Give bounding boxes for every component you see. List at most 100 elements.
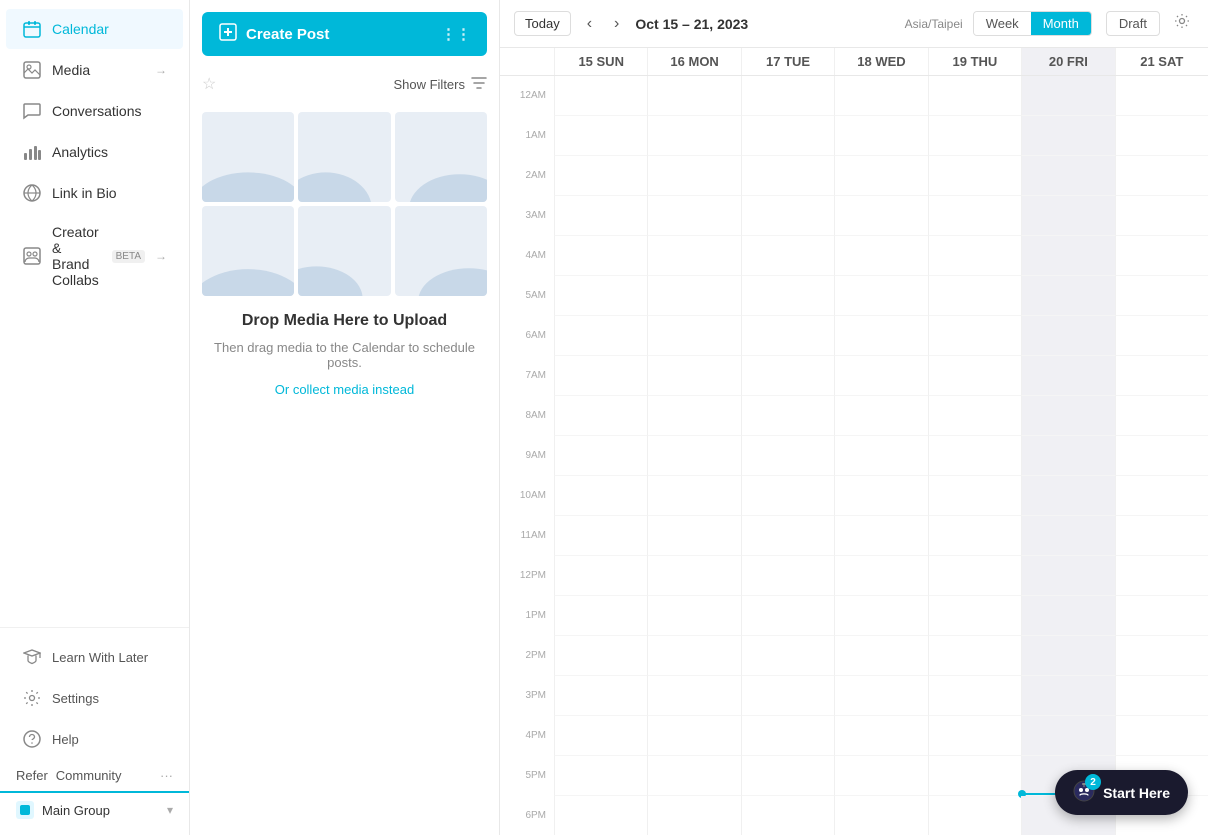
- day-cell-row9-col4[interactable]: [928, 436, 1021, 476]
- day-cell-row5-col1[interactable]: [647, 276, 740, 316]
- day-cell-row4-col4[interactable]: [928, 236, 1021, 276]
- sidebar-item-media[interactable]: Media →: [6, 50, 183, 90]
- day-cell-row8-col4[interactable]: [928, 396, 1021, 436]
- today-button[interactable]: Today: [514, 11, 571, 36]
- day-cell-row14-col2[interactable]: [741, 636, 834, 676]
- next-arrow-button[interactable]: ›: [608, 13, 625, 35]
- sidebar-item-help[interactable]: Help: [6, 719, 183, 759]
- day-cell-row2-col1[interactable]: [647, 156, 740, 196]
- day-cell-row12-col5[interactable]: [1021, 556, 1114, 596]
- day-cell-row9-col0[interactable]: [554, 436, 647, 476]
- day-cell-row6-col1[interactable]: [647, 316, 740, 356]
- day-cell-row7-col4[interactable]: [928, 356, 1021, 396]
- day-cell-row1-col3[interactable]: [834, 116, 927, 156]
- day-cell-row6-col2[interactable]: [741, 316, 834, 356]
- day-cell-row14-col4[interactable]: [928, 636, 1021, 676]
- day-cell-row10-col4[interactable]: [928, 476, 1021, 516]
- day-cell-row8-col0[interactable]: [554, 396, 647, 436]
- day-cell-row13-col4[interactable]: [928, 596, 1021, 636]
- day-cell-row2-col5[interactable]: [1021, 156, 1114, 196]
- day-cell-row3-col6[interactable]: [1115, 196, 1208, 236]
- day-cell-row4-col5[interactable]: [1021, 236, 1114, 276]
- sidebar-item-creator-brand[interactable]: Creator & Brand Collabs BETA →: [6, 214, 183, 298]
- day-cell-row15-col5[interactable]: [1021, 676, 1114, 716]
- day-cell-row15-col6[interactable]: [1115, 676, 1208, 716]
- day-cell-row12-col0[interactable]: [554, 556, 647, 596]
- day-cell-row9-col3[interactable]: [834, 436, 927, 476]
- day-cell-row13-col6[interactable]: [1115, 596, 1208, 636]
- create-post-button[interactable]: Create Post ⋮⋮: [202, 12, 487, 56]
- sidebar-item-learn[interactable]: Learn With Later: [6, 637, 183, 677]
- month-view-button[interactable]: Month: [1031, 12, 1091, 35]
- day-cell-row0-col2[interactable]: [741, 76, 834, 116]
- day-cell-row11-col5[interactable]: [1021, 516, 1114, 556]
- day-cell-row10-col1[interactable]: [647, 476, 740, 516]
- sidebar-item-settings[interactable]: Settings: [6, 678, 183, 718]
- day-cell-row1-col1[interactable]: [647, 116, 740, 156]
- day-cell-row6-col5[interactable]: [1021, 316, 1114, 356]
- day-cell-row8-col5[interactable]: [1021, 396, 1114, 436]
- day-cell-row0-col0[interactable]: [554, 76, 647, 116]
- day-cell-row3-col0[interactable]: [554, 196, 647, 236]
- day-cell-row12-col4[interactable]: [928, 556, 1021, 596]
- day-cell-row17-col0[interactable]: [554, 756, 647, 796]
- day-cell-row1-col4[interactable]: [928, 116, 1021, 156]
- day-cell-row8-col2[interactable]: [741, 396, 834, 436]
- day-cell-row2-col6[interactable]: [1115, 156, 1208, 196]
- day-cell-row17-col2[interactable]: [741, 756, 834, 796]
- day-cell-row7-col2[interactable]: [741, 356, 834, 396]
- day-cell-row11-col1[interactable]: [647, 516, 740, 556]
- day-cell-row5-col5[interactable]: [1021, 276, 1114, 316]
- day-cell-row10-col6[interactable]: [1115, 476, 1208, 516]
- day-cell-row7-col0[interactable]: [554, 356, 647, 396]
- day-cell-row11-col3[interactable]: [834, 516, 927, 556]
- day-cell-row10-col3[interactable]: [834, 476, 927, 516]
- day-cell-row6-col6[interactable]: [1115, 316, 1208, 356]
- draft-button[interactable]: Draft: [1106, 11, 1160, 36]
- day-cell-row15-col1[interactable]: [647, 676, 740, 716]
- main-group-row[interactable]: Main Group ▾: [0, 791, 189, 827]
- drop-zone[interactable]: Drop Media Here to Upload Then drag medi…: [190, 100, 499, 835]
- day-cell-row16-col3[interactable]: [834, 716, 927, 756]
- day-cell-row11-col0[interactable]: [554, 516, 647, 556]
- day-cell-row15-col0[interactable]: [554, 676, 647, 716]
- show-filters-button[interactable]: Show Filters: [393, 75, 487, 94]
- day-cell-row4-col0[interactable]: [554, 236, 647, 276]
- day-cell-row4-col2[interactable]: [741, 236, 834, 276]
- day-cell-row3-col1[interactable]: [647, 196, 740, 236]
- sidebar-item-analytics[interactable]: Analytics: [6, 132, 183, 172]
- day-cell-row9-col6[interactable]: [1115, 436, 1208, 476]
- day-cell-row6-col4[interactable]: [928, 316, 1021, 356]
- day-cell-row7-col6[interactable]: [1115, 356, 1208, 396]
- day-cell-row0-col3[interactable]: [834, 76, 927, 116]
- day-cell-row1-col6[interactable]: [1115, 116, 1208, 156]
- day-cell-row16-col0[interactable]: [554, 716, 647, 756]
- day-cell-row3-col3[interactable]: [834, 196, 927, 236]
- day-cell-row5-col0[interactable]: [554, 276, 647, 316]
- day-cell-row3-col4[interactable]: [928, 196, 1021, 236]
- day-cell-row18-col4[interactable]: [928, 796, 1021, 835]
- sidebar-item-calendar[interactable]: Calendar: [6, 9, 183, 49]
- day-cell-row13-col3[interactable]: [834, 596, 927, 636]
- day-cell-row13-col2[interactable]: [741, 596, 834, 636]
- day-cell-row1-col0[interactable]: [554, 116, 647, 156]
- day-cell-row0-col1[interactable]: [647, 76, 740, 116]
- day-cell-row12-col1[interactable]: [647, 556, 740, 596]
- day-cell-row12-col6[interactable]: [1115, 556, 1208, 596]
- sidebar-item-link-in-bio[interactable]: Link in Bio: [6, 173, 183, 213]
- day-cell-row10-col5[interactable]: [1021, 476, 1114, 516]
- day-cell-row1-col5[interactable]: [1021, 116, 1114, 156]
- day-cell-row0-col5[interactable]: [1021, 76, 1114, 116]
- day-cell-row11-col2[interactable]: [741, 516, 834, 556]
- settings-gear-button[interactable]: [1170, 9, 1194, 38]
- day-cell-row14-col0[interactable]: [554, 636, 647, 676]
- sidebar-item-conversations[interactable]: Conversations: [6, 91, 183, 131]
- day-cell-row7-col5[interactable]: [1021, 356, 1114, 396]
- day-cell-row9-col1[interactable]: [647, 436, 740, 476]
- day-cell-row13-col5[interactable]: [1021, 596, 1114, 636]
- day-cell-row10-col2[interactable]: [741, 476, 834, 516]
- day-cell-row14-col3[interactable]: [834, 636, 927, 676]
- day-cell-row0-col6[interactable]: [1115, 76, 1208, 116]
- day-cell-row4-col6[interactable]: [1115, 236, 1208, 276]
- day-cell-row5-col2[interactable]: [741, 276, 834, 316]
